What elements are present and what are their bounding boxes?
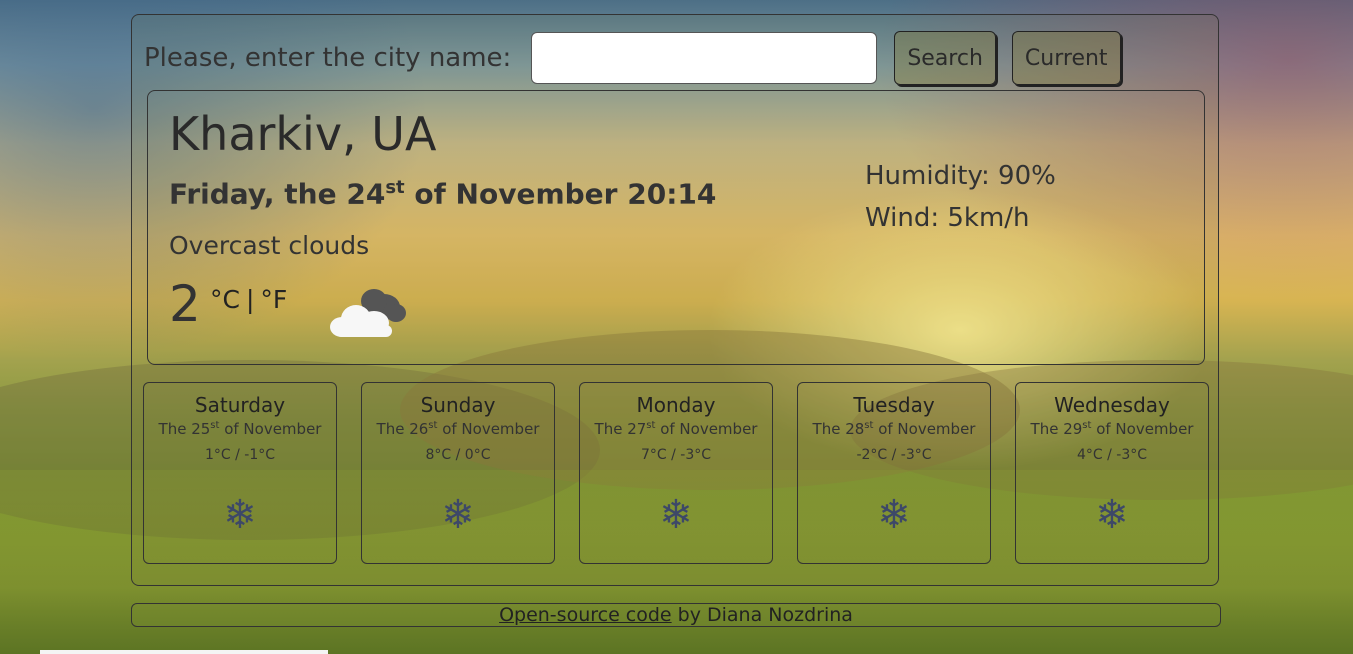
- forecast-card-sunday: Sunday The 26st of November 8°C / 0°C ❄: [361, 382, 555, 564]
- search-form: Please, enter the city name: Search Curr…: [144, 31, 1137, 85]
- wind-value: Wind: 5km/h: [865, 203, 1030, 233]
- current-date-ordinal: st: [385, 177, 405, 198]
- unit-switcher: °C | °F: [210, 285, 287, 314]
- city-search-input[interactable]: [531, 32, 878, 84]
- weather-stats: Humidity: 90% Wind: 5km/h: [865, 155, 1056, 239]
- forecast-date: The 28st of November: [798, 420, 990, 438]
- forecast-temperature: -2°C / -3°C: [856, 447, 932, 463]
- source-code-link[interactable]: Open-source code: [499, 604, 672, 626]
- current-date-rest: of November 20:14: [404, 177, 717, 211]
- forecast-day: Monday: [636, 393, 716, 417]
- forecast-date: The 29st of November: [1016, 420, 1208, 438]
- footer-author: by Diana Nozdrina: [671, 604, 853, 626]
- forecast-temperature: 8°C / 0°C: [425, 447, 491, 463]
- forecast-date-rest: of November: [873, 420, 976, 438]
- forecast-date-rest: of November: [219, 420, 322, 438]
- forecast-date: The 25st of November: [144, 420, 336, 438]
- forecast-temperature: 4°C / -3°C: [1076, 447, 1148, 463]
- forecast-date-main: The 25: [158, 420, 211, 438]
- city-name: Kharkiv, UA: [169, 107, 437, 161]
- forecast-day: Wednesday: [1054, 393, 1170, 417]
- forecast-card-saturday: Saturday The 25st of November 1°C / -1°C…: [143, 382, 337, 564]
- current-weather-panel: Kharkiv, UA Friday, the 24st of November…: [147, 90, 1205, 365]
- snowflake-icon: ❄: [1095, 492, 1129, 538]
- current-location-button[interactable]: Current: [1011, 31, 1121, 85]
- search-button[interactable]: Search: [894, 31, 996, 85]
- bottom-scroll-strip: [40, 650, 328, 654]
- unit-separator: |: [245, 285, 255, 314]
- forecast-card-tuesday: Tuesday The 28st of November -2°C / -3°C…: [797, 382, 991, 564]
- cloud-icon: [330, 289, 406, 337]
- forecast-day: Tuesday: [853, 393, 935, 417]
- humidity-value: Humidity: 90%: [865, 161, 1056, 191]
- forecast-date-main: The 29: [1030, 420, 1083, 438]
- forecast-date: The 26st of November: [362, 420, 554, 438]
- celsius-link[interactable]: °C: [210, 285, 240, 314]
- snowflake-icon: ❄: [659, 492, 693, 538]
- forecast-temperature: 7°C / -3°C: [640, 447, 712, 463]
- snowflake-icon: ❄: [223, 492, 257, 538]
- weather-description: Overcast clouds: [169, 231, 370, 260]
- current-date: Friday, the 24st of November 20:14: [169, 177, 716, 210]
- forecast-day: Saturday: [194, 393, 286, 417]
- forecast-date-rest: of November: [1091, 420, 1194, 438]
- search-label: Please, enter the city name:: [144, 43, 512, 73]
- footer: Open-source code by Diana Nozdrina: [131, 603, 1221, 627]
- forecast-date-rest: of November: [655, 420, 758, 438]
- snowflake-icon: ❄: [877, 492, 911, 538]
- fahrenheit-link[interactable]: °F: [260, 285, 287, 314]
- forecast-day: Sunday: [420, 393, 496, 417]
- forecast-date: The 27st of November: [580, 420, 772, 438]
- forecast-temperature: 1°C / -1°C: [204, 447, 276, 463]
- current-date-main: Friday, the 24: [169, 177, 386, 211]
- forecast-date-rest: of November: [437, 420, 540, 438]
- snowflake-icon: ❄: [441, 492, 475, 538]
- forecast-date-main: The 26: [376, 420, 429, 438]
- forecast-card-monday: Monday The 27st of November 7°C / -3°C ❄: [579, 382, 773, 564]
- forecast-date-main: The 28: [812, 420, 865, 438]
- forecast-card-wednesday: Wednesday The 29st of November 4°C / -3°…: [1015, 382, 1209, 564]
- current-temperature: 2: [169, 275, 201, 333]
- forecast-date-main: The 27: [594, 420, 647, 438]
